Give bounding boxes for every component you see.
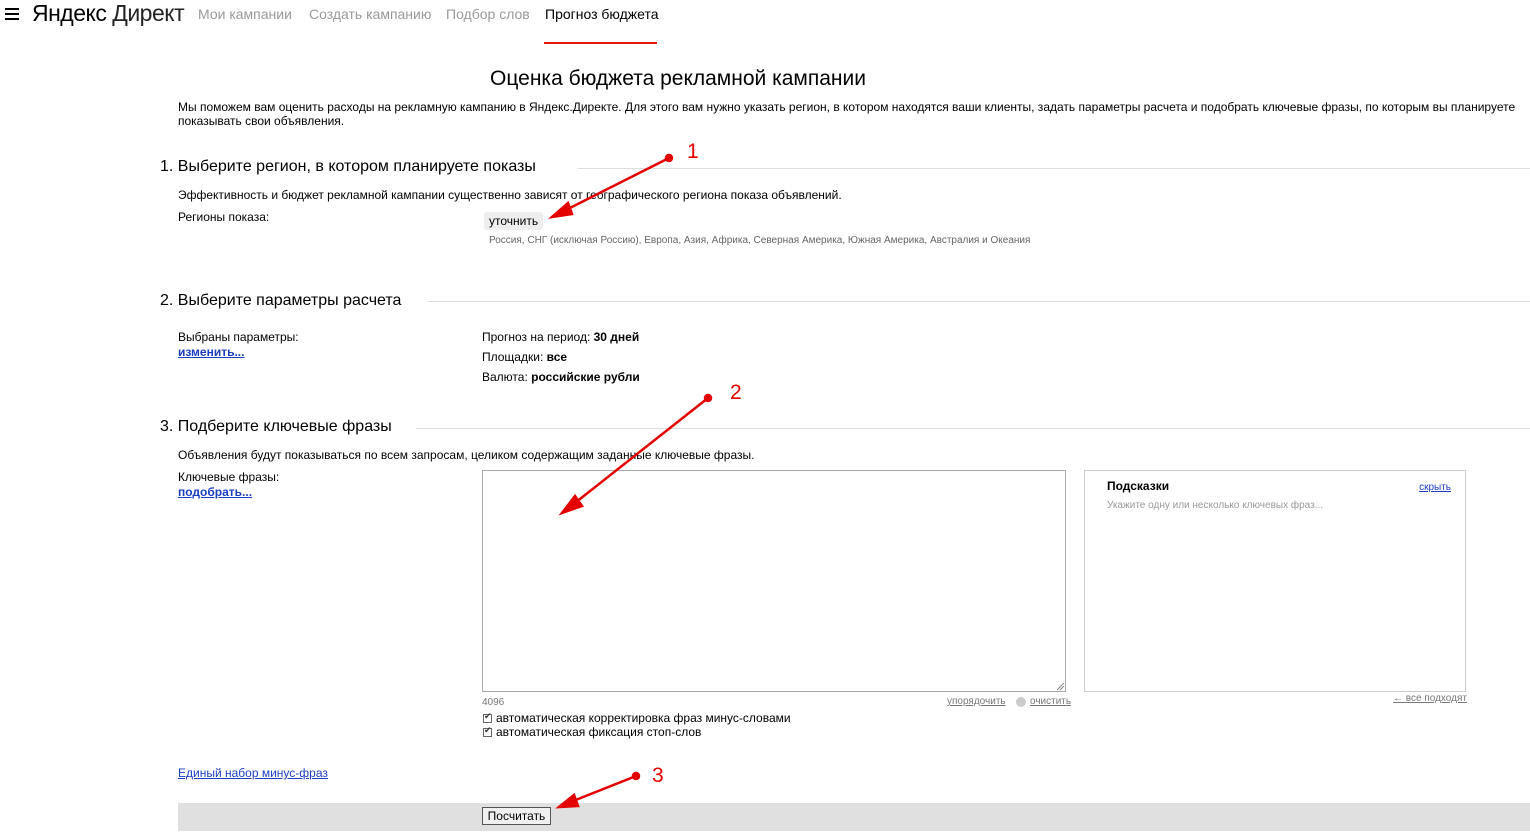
annotation-arrows — [547, 153, 713, 809]
annotation-3: 3 — [652, 764, 664, 787]
arrow-1-dot — [664, 153, 674, 163]
arrow-1 — [554, 156, 671, 217]
arrow-2 — [564, 396, 710, 512]
annotation-2: 2 — [730, 381, 742, 404]
annotation-1: 1 — [687, 140, 699, 163]
arrow-3-dot — [631, 771, 641, 781]
arrow-1-head — [547, 200, 574, 219]
arrow-3-head — [555, 792, 580, 809]
arrow-2-dot — [703, 393, 713, 403]
